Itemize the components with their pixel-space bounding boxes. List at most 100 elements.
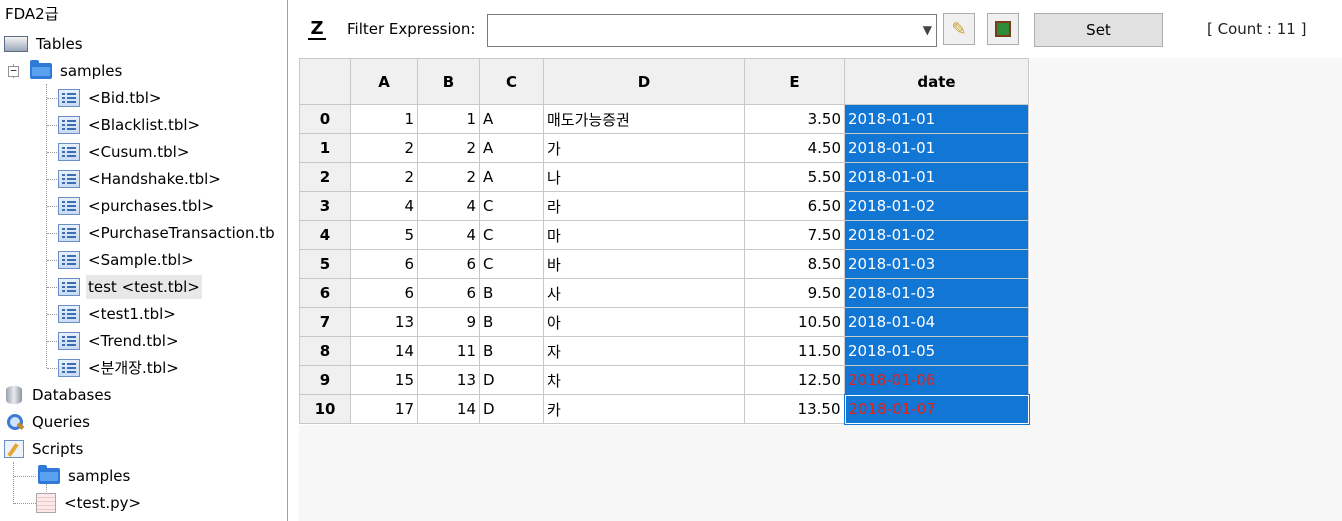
clear-filter-button[interactable]: [987, 13, 1019, 45]
cell-c[interactable]: B: [479, 307, 544, 337]
cell-d[interactable]: 자: [543, 336, 745, 366]
cell-d[interactable]: 아: [543, 307, 745, 337]
cell-a[interactable]: 1: [350, 104, 418, 134]
cell-c[interactable]: A: [479, 133, 544, 163]
tree-item-table[interactable]: <Trend.tbl>: [58, 329, 181, 353]
cell-c[interactable]: C: [479, 249, 544, 279]
cell-a[interactable]: 5: [350, 220, 418, 250]
cell-c[interactable]: C: [479, 191, 544, 221]
cell-c[interactable]: A: [479, 104, 544, 134]
cell-date[interactable]: 2018-01-01: [844, 133, 1029, 163]
cell-e[interactable]: 4.50: [744, 133, 845, 163]
cell-c[interactable]: B: [479, 278, 544, 308]
cell-b[interactable]: 4: [417, 220, 480, 250]
tree-node-queries[interactable]: Queries: [6, 410, 92, 434]
cell-e[interactable]: 12.50: [744, 365, 845, 395]
cell-e[interactable]: 10.50: [744, 307, 845, 337]
cell-c[interactable]: B: [479, 336, 544, 366]
row-header[interactable]: 7: [299, 307, 351, 337]
cell-date[interactable]: 2018-01-03: [844, 278, 1029, 308]
table-row[interactable]: 6 6 6 B 사 9.50 2018-01-03: [299, 278, 1029, 308]
tree-item-table[interactable]: <Handshake.tbl>: [58, 167, 223, 191]
table-row[interactable]: 1 2 2 A 가 4.50 2018-01-01: [299, 133, 1029, 163]
cell-a[interactable]: 2: [350, 133, 418, 163]
column-header[interactable]: B: [417, 58, 480, 105]
column-header[interactable]: D: [543, 58, 745, 105]
cell-d[interactable]: 바: [543, 249, 745, 279]
cell-e[interactable]: 6.50: [744, 191, 845, 221]
cell-b[interactable]: 4: [417, 191, 480, 221]
column-header[interactable]: date: [844, 58, 1029, 105]
row-header[interactable]: 10: [299, 394, 351, 424]
tree-item-table[interactable]: <purchases.tbl>: [58, 194, 216, 218]
cell-a[interactable]: 15: [350, 365, 418, 395]
tree-node-script-file[interactable]: <test.py>: [36, 491, 143, 515]
cell-b[interactable]: 6: [417, 278, 480, 308]
cell-d[interactable]: 나: [543, 162, 745, 192]
collapse-toggle[interactable]: −: [8, 65, 19, 77]
tree-node-tables[interactable]: Tables: [4, 32, 85, 56]
tree-item-table[interactable]: <Cusum.tbl>: [58, 140, 191, 164]
cell-c[interactable]: C: [479, 220, 544, 250]
table-row[interactable]: 8 14 11 B 자 11.50 2018-01-05: [299, 336, 1029, 366]
table-row[interactable]: 5 6 6 C 바 8.50 2018-01-03: [299, 249, 1029, 279]
tree-item-table[interactable]: <Bid.tbl>: [58, 86, 163, 110]
cell-date[interactable]: 2018-01-02: [844, 191, 1029, 221]
cell-date[interactable]: 2018-01-03: [844, 249, 1029, 279]
cell-b[interactable]: 1: [417, 104, 480, 134]
cell-b[interactable]: 9: [417, 307, 480, 337]
row-header[interactable]: 5: [299, 249, 351, 279]
cell-a[interactable]: 2: [350, 162, 418, 192]
cell-c[interactable]: D: [479, 394, 544, 424]
cell-d[interactable]: 카: [543, 394, 745, 424]
cell-a[interactable]: 13: [350, 307, 418, 337]
cell-d[interactable]: 라: [543, 191, 745, 221]
row-header[interactable]: 0: [299, 104, 351, 134]
cell-date[interactable]: 2018-01-06: [844, 365, 1029, 395]
corner-header[interactable]: [299, 58, 351, 105]
row-header[interactable]: 2: [299, 162, 351, 192]
cell-c[interactable]: A: [479, 162, 544, 192]
cell-e[interactable]: 9.50: [744, 278, 845, 308]
cell-e[interactable]: 13.50: [744, 394, 845, 424]
set-button[interactable]: Set: [1034, 13, 1163, 47]
cell-b[interactable]: 11: [417, 336, 480, 366]
cell-b[interactable]: 2: [417, 133, 480, 163]
row-header[interactable]: 3: [299, 191, 351, 221]
cell-date[interactable]: 2018-01-02: [844, 220, 1029, 250]
chevron-down-icon[interactable]: ▼: [923, 23, 932, 37]
row-header[interactable]: 1: [299, 133, 351, 163]
filter-expression-combobox[interactable]: ▼: [487, 14, 937, 47]
table-row[interactable]: 4 5 4 C 마 7.50 2018-01-02: [299, 220, 1029, 250]
tree-node-scripts-samples[interactable]: samples: [38, 464, 132, 488]
tree-item-table[interactable]: <Blacklist.tbl>: [58, 113, 202, 137]
cell-e[interactable]: 8.50: [744, 249, 845, 279]
tree-item-table[interactable]: <Sample.tbl>: [58, 248, 196, 272]
expression-builder-button[interactable]: ✎: [943, 13, 975, 45]
cell-d[interactable]: 차: [543, 365, 745, 395]
cell-d[interactable]: 마: [543, 220, 745, 250]
cell-b[interactable]: 13: [417, 365, 480, 395]
cell-b[interactable]: 14: [417, 394, 480, 424]
row-header[interactable]: 4: [299, 220, 351, 250]
tree-node-samples[interactable]: samples: [30, 59, 124, 83]
cell-date[interactable]: 2018-01-07: [843, 393, 1030, 425]
tree-item-table[interactable]: <test1.tbl>: [58, 302, 178, 326]
table-row[interactable]: 7 13 9 B 아 10.50 2018-01-04: [299, 307, 1029, 337]
column-header[interactable]: C: [479, 58, 544, 105]
cell-date[interactable]: 2018-01-04: [844, 307, 1029, 337]
row-header[interactable]: 9: [299, 365, 351, 395]
cell-date[interactable]: 2018-01-01: [844, 162, 1029, 192]
tree-root[interactable]: FDA2급: [3, 4, 61, 24]
cell-b[interactable]: 2: [417, 162, 480, 192]
tree-item-table[interactable]: test <test.tbl>: [58, 275, 202, 299]
table-row[interactable]: 10 17 14 D 카 13.50 2018-01-07: [299, 393, 1030, 425]
table-row[interactable]: 0 1 1 A 매도가능증권 3.50 2018-01-01: [299, 104, 1029, 134]
tree-item-table[interactable]: <PurchaseTransaction.tb: [58, 221, 277, 245]
cell-c[interactable]: D: [479, 365, 544, 395]
cell-d[interactable]: 사: [543, 278, 745, 308]
table-row[interactable]: 2 2 2 A 나 5.50 2018-01-01: [299, 162, 1029, 192]
cell-e[interactable]: 3.50: [744, 104, 845, 134]
tree-node-scripts[interactable]: Scripts: [4, 437, 85, 461]
tree-item-table[interactable]: <분개장.tbl>: [58, 356, 181, 380]
